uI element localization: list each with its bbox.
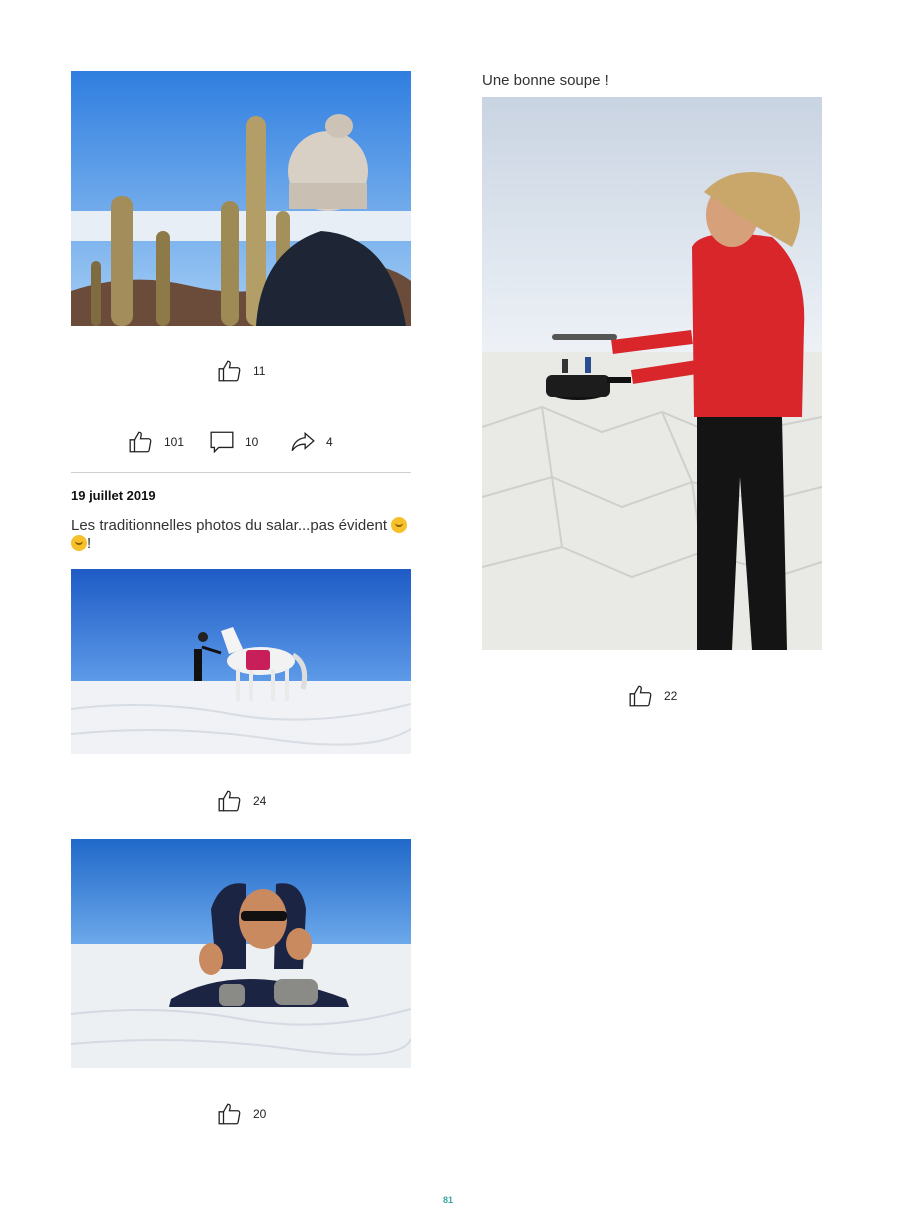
post-text: Les traditionnelles photos du salar...pa… bbox=[71, 517, 416, 553]
thinking-face-icon bbox=[391, 517, 408, 533]
share-count: 4 bbox=[326, 435, 333, 449]
thumbs-up-icon bbox=[129, 431, 152, 453]
post-text-line1: Les traditionnelles photos du salar...pa… bbox=[71, 517, 388, 534]
soup-photo-likes[interactable]: 22 bbox=[628, 683, 677, 709]
thumbs-up-icon bbox=[218, 1103, 241, 1125]
thumbs-up-icon bbox=[218, 790, 241, 812]
like-count: 22 bbox=[664, 689, 678, 703]
post-date: 19 juillet 2019 bbox=[71, 488, 156, 503]
legs-man-photo bbox=[71, 839, 411, 1068]
soup-caption: Une bonne soupe ! bbox=[482, 72, 609, 89]
horse-photo bbox=[71, 569, 411, 754]
legs-man-photo-likes[interactable]: 20 bbox=[217, 1101, 266, 1127]
thumbs-up-icon bbox=[218, 360, 241, 382]
like-count: 24 bbox=[253, 794, 267, 808]
horse-photo-likes[interactable]: 24 bbox=[217, 788, 266, 814]
post-divider bbox=[71, 472, 411, 473]
share-icon bbox=[291, 431, 315, 452]
soup-photo bbox=[482, 97, 822, 650]
comment-icon bbox=[210, 431, 234, 454]
post-likes[interactable]: 101 bbox=[128, 429, 184, 455]
thumbs-up-icon bbox=[629, 685, 652, 707]
post-text-line2: ! bbox=[87, 535, 92, 552]
like-count: 20 bbox=[253, 1107, 267, 1121]
like-count: 11 bbox=[253, 364, 266, 378]
cactus-photo-likes[interactable]: 11 bbox=[217, 358, 265, 384]
comment-count: 10 bbox=[245, 435, 259, 449]
post-shares[interactable]: 4 bbox=[290, 429, 333, 455]
laughing-face-icon bbox=[71, 535, 87, 551]
page-number: 81 bbox=[443, 1195, 454, 1205]
cactus-photo bbox=[71, 71, 411, 326]
like-count: 101 bbox=[164, 435, 185, 449]
post-comments[interactable]: 10 bbox=[209, 429, 258, 455]
